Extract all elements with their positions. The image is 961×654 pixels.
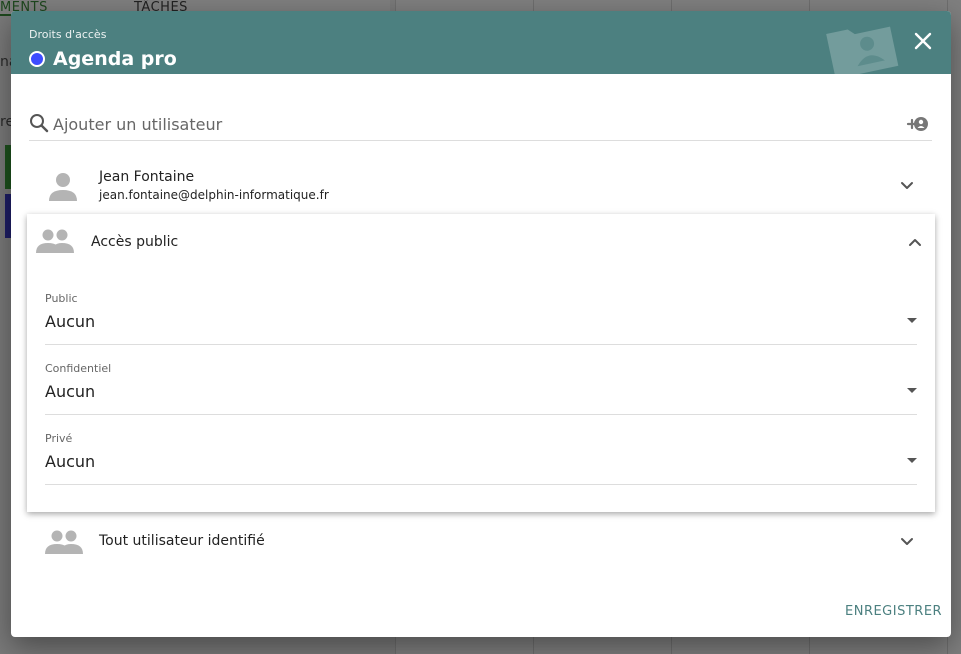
public-access-header[interactable]: Accès public — [27, 214, 935, 266]
chevron-down-icon[interactable] — [899, 534, 915, 550]
authenticated-users-item[interactable]: Tout utilisateur identifié — [41, 521, 921, 561]
confidential-level-select[interactable]: Confidentiel Aucun — [45, 362, 917, 415]
group-icon — [36, 229, 74, 253]
authenticated-users-title: Tout utilisateur identifié — [99, 533, 265, 549]
public-access-title: Accès public — [91, 234, 179, 250]
save-button[interactable]: ENREGISTRER — [839, 600, 948, 623]
chevron-up-icon[interactable] — [907, 234, 923, 250]
field-value: Aucun — [45, 382, 96, 401]
person-icon — [49, 173, 77, 201]
user-item-jean-fontaine[interactable]: Jean Fontaine jean.fontaine@delphin-info… — [41, 161, 921, 211]
add-user-input[interactable] — [53, 113, 893, 135]
chevron-down-icon[interactable] — [899, 178, 915, 194]
dialog-subtitle: Droits d'accès — [29, 28, 107, 41]
contact-card-watermark-icon — [826, 26, 899, 75]
field-label: Confidentiel — [45, 362, 112, 375]
dropdown-arrow-icon — [907, 318, 917, 323]
group-icon — [45, 530, 83, 554]
user-name: Jean Fontaine — [99, 169, 195, 185]
dropdown-arrow-icon — [907, 388, 917, 393]
private-level-select[interactable]: Privé Aucun — [45, 432, 917, 485]
dialog-header: Droits d'accès Agenda pro — [11, 11, 951, 75]
public-level-select[interactable]: Public Aucun — [45, 292, 917, 345]
dialog-title-group: Agenda pro — [29, 48, 177, 70]
close-icon[interactable] — [912, 30, 934, 52]
field-label: Privé — [45, 432, 73, 445]
field-value: Aucun — [45, 452, 96, 471]
public-access-panel: Accès public Public Aucun Confidentiel A… — [27, 214, 935, 512]
add-user-search — [29, 109, 932, 141]
access-rights-dialog: Droits d'accès Agenda pro Ajouter un uti… — [11, 11, 951, 637]
add-user-icon[interactable] — [906, 114, 930, 134]
user-email: jean.fontaine@delphin-informatique.fr — [99, 188, 329, 202]
search-icon — [30, 114, 49, 133]
dropdown-arrow-icon — [907, 458, 917, 463]
calendar-color-dot — [29, 51, 45, 67]
dialog-title: Agenda pro — [53, 48, 177, 70]
field-label: Public — [45, 292, 78, 305]
field-value: Aucun — [45, 312, 96, 331]
